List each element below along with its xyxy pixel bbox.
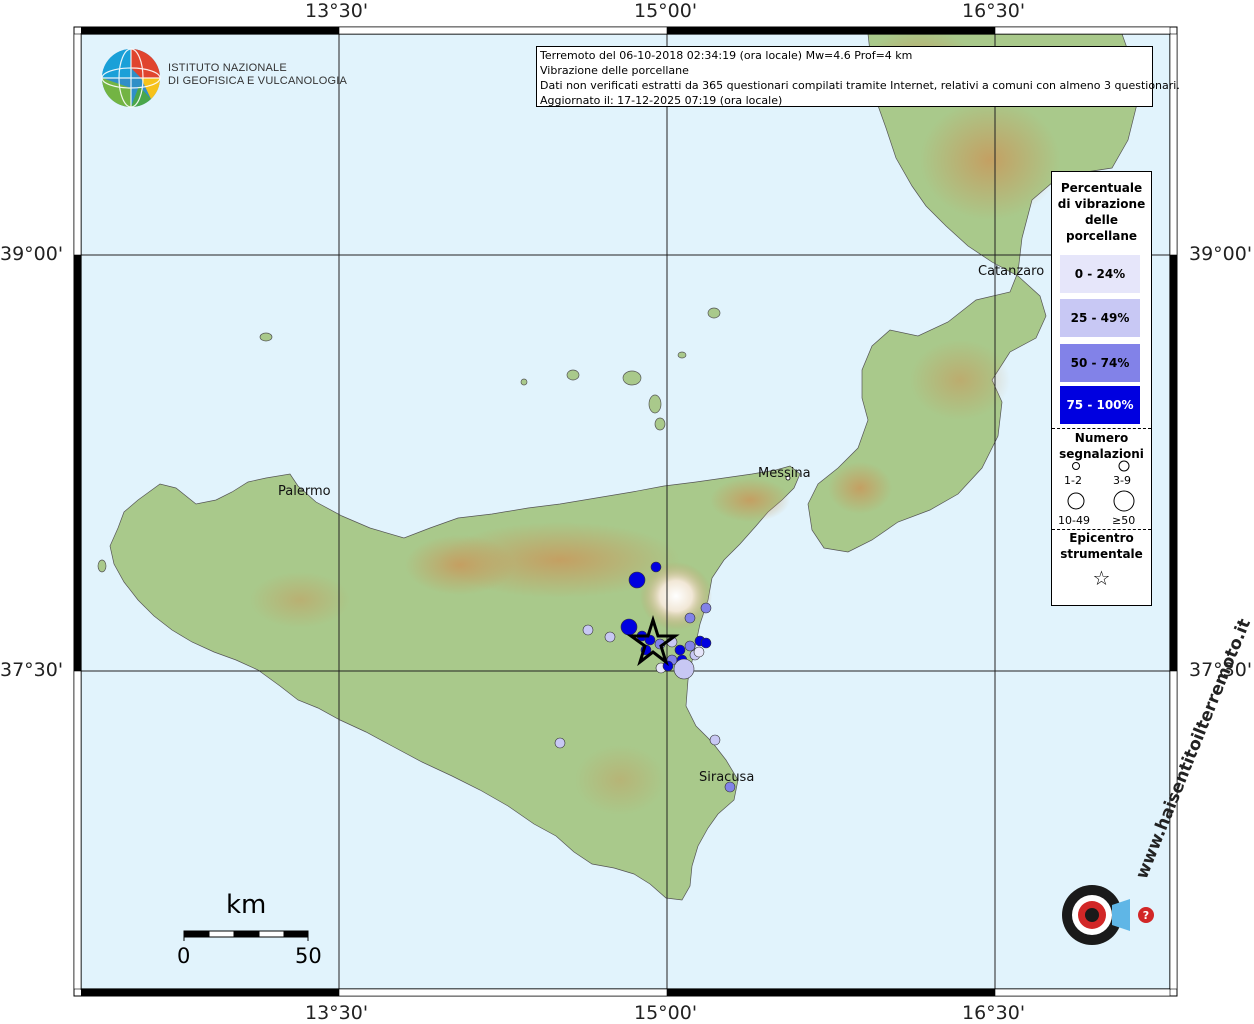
- city-label-catanzaro: Catanzaro: [978, 264, 1045, 279]
- lon-label-16-30-bottom: 16°30': [962, 1002, 1026, 1024]
- institute-line-2: DI GEOFISICA E VULCANOLOGIA: [168, 75, 347, 87]
- observation-point[interactable]: [674, 644, 686, 656]
- epicenter-title-line: strumentale: [1060, 547, 1143, 561]
- legend-divider: [1052, 428, 1151, 429]
- lon-label-13-30-top: 13°30': [305, 0, 369, 22]
- aspromonte-relief: [828, 462, 892, 514]
- lon-label-15-00-bottom: 15°00': [634, 1002, 698, 1024]
- observation-point[interactable]: [700, 637, 712, 649]
- sila-relief: [920, 100, 1060, 220]
- iblei-relief: [575, 745, 665, 815]
- legend-title-line: di vibrazione: [1057, 197, 1146, 211]
- scale-start-label: 0: [177, 944, 191, 968]
- observation-point[interactable]: [673, 658, 695, 680]
- count-symbol-medium: [1118, 460, 1130, 472]
- observation-point[interactable]: [709, 734, 721, 746]
- lat-label-39-00-right: 39°00': [1189, 243, 1253, 265]
- lat-label-37-30-left: 37°30': [0, 659, 64, 681]
- scale-unit: km: [226, 890, 267, 920]
- count-symbol-large: [1067, 492, 1085, 510]
- svg-text:?: ?: [1143, 909, 1149, 922]
- epicenter-star-icon: ☆: [1092, 566, 1111, 590]
- observation-point[interactable]: [700, 602, 712, 614]
- count-title: Numero segnalazioni: [1052, 430, 1151, 462]
- legend-swatch-0-24: 0 - 24%: [1060, 255, 1140, 293]
- legend-title: Percentuale di vibrazione delle porcella…: [1052, 180, 1151, 244]
- lon-label-13-30-bottom: 13°30': [305, 1002, 369, 1024]
- count-label-3-9: 3-9: [1113, 474, 1131, 487]
- city-label-siracusa: Siracusa: [699, 770, 755, 785]
- institute-name: ISTITUTO NAZIONALE DI GEOFISICA E VULCAN…: [168, 62, 347, 88]
- event-info-box: Terremoto del 06-10-2018 02:34:19 (ora l…: [536, 46, 1180, 107]
- epicenter-title-line: Epicentro: [1069, 531, 1134, 545]
- madonie-relief: [405, 535, 515, 595]
- observation-point[interactable]: [684, 640, 696, 652]
- count-symbol-xlarge: [1113, 490, 1135, 512]
- count-symbol-small: [1072, 462, 1080, 470]
- peloritani-relief: [710, 478, 790, 522]
- observation-point[interactable]: [650, 561, 662, 573]
- legend-swatch-75-100: 75 - 100%: [1060, 386, 1140, 424]
- ingv-logo-icon: [101, 48, 161, 108]
- count-title-line: Numero: [1074, 431, 1129, 445]
- updated-line: Aggiornato il: 17-12-2025 07:19 (ora loc…: [540, 94, 783, 107]
- event-line: Terremoto del 06-10-2018 02:34:19 (ora l…: [540, 49, 913, 62]
- city-label-messina: Messina: [758, 466, 811, 481]
- etna-relief: [640, 562, 712, 630]
- lon-label-16-30-top: 16°30': [962, 0, 1026, 22]
- city-label-palermo: Palermo: [278, 484, 331, 499]
- scale-end-label: 50: [295, 944, 322, 968]
- west-sicily-relief: [250, 572, 350, 628]
- parameter-line: Vibrazione delle porcellane: [540, 64, 689, 77]
- lon-label-15-00-top: 15°00': [634, 0, 698, 22]
- observation-point[interactable]: [693, 646, 705, 658]
- legend-swatch-25-49: 25 - 49%: [1060, 299, 1140, 337]
- observation-point[interactable]: [582, 624, 594, 636]
- institute-line-1: ISTITUTO NAZIONALE: [168, 62, 287, 74]
- legend-title-line: Percentuale: [1060, 181, 1143, 195]
- count-label-10-49: 10-49: [1058, 514, 1090, 527]
- legend-swatch-50-74: 50 - 74%: [1060, 344, 1140, 382]
- observation-point[interactable]: [628, 571, 646, 589]
- lat-label-37-30-right: 37°30': [1189, 659, 1253, 681]
- epicenter-title: Epicentro strumentale: [1052, 530, 1151, 562]
- legend-title-line: delle: [1084, 213, 1119, 227]
- count-label-50-plus: ≥50: [1112, 514, 1136, 527]
- count-label-1-2: 1-2: [1064, 474, 1082, 487]
- observation-point[interactable]: [684, 612, 696, 624]
- legend-panel: Percentuale di vibrazione delle porcella…: [1051, 171, 1152, 606]
- lat-label-39-00-left: 39°00': [0, 243, 64, 265]
- legend-title-line: porcellane: [1065, 229, 1137, 243]
- observation-point[interactable]: [620, 618, 638, 636]
- source-line: Dati non verificati estratti da 365 ques…: [540, 79, 1180, 92]
- observation-point[interactable]: [554, 737, 566, 749]
- observation-point[interactable]: [604, 631, 616, 643]
